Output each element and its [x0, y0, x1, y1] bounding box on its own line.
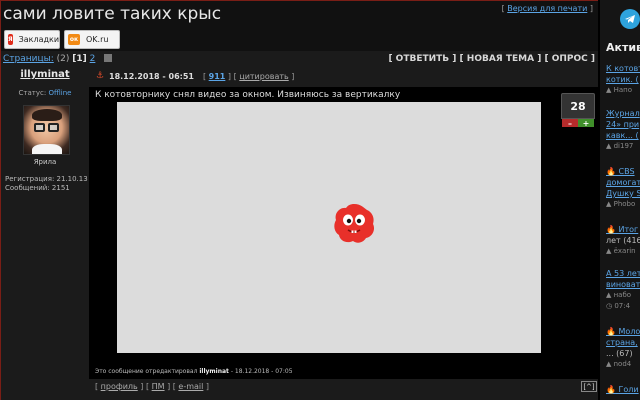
rating-minus-button[interactable]: –	[562, 119, 578, 128]
edited-suffix: - 18.12.2018 - 07:05	[230, 368, 293, 375]
username[interactable]: illyminat	[1, 69, 89, 80]
sidebar-item-author: ▲ di197	[606, 142, 634, 150]
sidebar-item-title[interactable]: 🔥 CBS	[606, 166, 640, 177]
sidebar-item-author: ▲ Phobo	[606, 200, 636, 208]
share-row: Я Закладки ок OK.ru	[1, 29, 598, 51]
sidebar-item-title[interactable]: 🔥 Голи	[606, 384, 640, 395]
sidebar-item-count: ... (67)	[606, 349, 633, 358]
user-column: illyminat Статус: Offline Ярила Регистра…	[1, 67, 89, 400]
profile-link[interactable]: профиль	[101, 382, 138, 391]
sidebar-item-title[interactable]: 🔥 Моло	[606, 326, 640, 337]
edited-prefix: Это сообщение отредактировал	[95, 368, 198, 375]
sidebar-item-title[interactable]: А 53 лет	[606, 268, 640, 279]
fire-icon: 🔥	[606, 225, 616, 234]
user-status: Статус: Offline	[1, 89, 89, 97]
post-date: 18.12.2018 - 06:51	[109, 72, 194, 81]
sidebar-item-author: ▲ набо	[606, 291, 632, 299]
sidebar-item-title-cont[interactable]: кавк... (	[606, 130, 640, 141]
telegram-icon[interactable]	[620, 9, 640, 29]
reply-button[interactable]: [ ОТВЕТИТЬ ]	[388, 54, 456, 64]
post-number-link[interactable]: 911	[209, 72, 226, 81]
post-rating: 28 – +	[561, 93, 595, 128]
sidebar-item-author: ▲ ёxarin	[606, 247, 636, 255]
user-info: Регистрация: 21.10.13 Сообщений: 2151	[5, 175, 88, 193]
avatar	[23, 105, 70, 155]
sidebar-item[interactable]: К котовт котик. ( ▲ Напо	[606, 63, 640, 96]
sidebar-item-author: ▲ nod4	[606, 360, 632, 368]
scroll-up-button[interactable]: [^]	[581, 381, 597, 392]
email-link[interactable]: e-mail	[178, 382, 203, 391]
sidebar-item-time: ◷ 07:4	[606, 302, 631, 310]
sidebar-item[interactable]: 🔥 CBS домогат Душку S ▲ Phobo	[606, 166, 640, 210]
nav-row: Страницы: (2) [1] 2 [ ОТВЕТИТЬ ] [ НОВАЯ…	[1, 51, 598, 67]
sidebar-item[interactable]: Журнал 24» при кавк... ( ▲ di197	[606, 108, 640, 152]
video-player[interactable]	[117, 102, 541, 353]
pagination: Страницы: (2) [1] 2	[3, 54, 113, 64]
ya-icon: Я	[8, 34, 13, 45]
sidebar-item-author: ▲ Напо	[606, 86, 633, 94]
post-text: К котовторнику снял видео за окном. Изви…	[95, 90, 401, 100]
print-version-link[interactable]: Версия для печати	[507, 4, 587, 13]
sidebar-item-count: лет (416	[606, 236, 640, 245]
print-version: [ Версия для печати ]	[501, 4, 593, 13]
post-footer-links: [ профиль ] [ ПМ ] [ e-mail ]	[95, 382, 210, 391]
sidebar-item-title-cont[interactable]: страна,	[606, 337, 640, 348]
sidebar-item-title[interactable]: К котовт	[606, 63, 640, 74]
page-current: [1]	[72, 54, 87, 64]
rating-value: 28	[561, 93, 595, 119]
post-meta: [ 911 ] [ цитировать ]	[203, 72, 295, 81]
sidebar-item-title[interactable]: 🔥 Итог	[606, 224, 640, 235]
pages-label[interactable]: Страницы:	[3, 54, 54, 64]
pm-link[interactable]: ПМ	[152, 382, 165, 391]
message-count: Сообщений: 2151	[5, 184, 70, 192]
bookmarks-button[interactable]: Я Закладки	[4, 30, 60, 49]
sidebar-item-title-cont[interactable]: виноват	[606, 279, 640, 290]
forum-panel: сами ловите таких крыс [ Версия для печа…	[0, 0, 598, 400]
right-sidebar: Активн К котовт котик. ( ▲ Напо Журнал 2…	[600, 0, 640, 400]
edited-by: illyminat	[199, 368, 229, 375]
registration-date: Регистрация: 21.10.13	[5, 175, 88, 183]
status-label: Статус:	[18, 89, 47, 97]
ok-share-button[interactable]: ок OK.ru	[64, 30, 120, 49]
sidebar-item-title-cont[interactable]: домогат	[606, 177, 640, 188]
avatar-caption: Ярила	[33, 158, 57, 166]
page-2-link[interactable]: 2	[90, 54, 96, 64]
loading-monster-icon	[334, 204, 375, 243]
fire-icon: 🔥	[606, 385, 616, 394]
sidebar-item[interactable]: А 53 лет виноват ▲ набо ◷ 07:4	[606, 268, 640, 312]
sidebar-item-title-cont[interactable]: котик. (	[606, 74, 640, 85]
status-value: Offline	[48, 89, 72, 97]
rating-plus-button[interactable]: +	[578, 119, 594, 128]
sidebar-item-title-cont[interactable]: 24» при	[606, 119, 640, 130]
bookmarks-label: Закладки	[18, 35, 60, 44]
topic-actions: [ ОТВЕТИТЬ ] [ НОВАЯ ТЕМА ] [ ОПРОС ]	[388, 54, 595, 64]
new-topic-button[interactable]: [ НОВАЯ ТЕМА ]	[460, 54, 542, 64]
page-options-icon[interactable]	[104, 54, 113, 62]
post-header: ⚓ 18.12.2018 - 06:51 [ 911 ] [ цитироват…	[89, 67, 598, 87]
edited-note: Это сообщение отредактировал illyminat -…	[95, 368, 293, 375]
ok-icon: ок	[68, 34, 80, 45]
sidebar-item[interactable]: 🔥 Моло страна, ... (67) ▲ nod4	[606, 326, 640, 370]
sidebar-heading: Активн	[606, 41, 640, 54]
ok-label: OK.ru	[86, 35, 109, 44]
sidebar-item[interactable]: 🔥 Голи	[606, 384, 640, 395]
fire-icon: 🔥	[606, 327, 616, 336]
pages-total: (2)	[56, 54, 70, 64]
quote-link[interactable]: цитировать	[239, 72, 288, 81]
post-body: К котовторнику снял видео за окном. Изви…	[89, 87, 598, 379]
post-footer: [ профиль ] [ ПМ ] [ e-mail ] [^]	[89, 379, 598, 400]
thread-title-row: сами ловите таких крыс [ Версия для печа…	[1, 1, 598, 29]
sidebar-item-title[interactable]: Журнал	[606, 108, 640, 119]
thread-title: сами ловите таких крыс	[3, 4, 222, 24]
sidebar-item-title-cont[interactable]: Душку S	[606, 188, 640, 199]
fire-icon: 🔥	[606, 167, 616, 176]
sidebar-item[interactable]: 🔥 Итог лет (416 ▲ ёxarin	[606, 224, 640, 257]
poll-button[interactable]: [ ОПРОС ]	[544, 54, 595, 64]
anchor-icon[interactable]: ⚓	[96, 71, 104, 81]
